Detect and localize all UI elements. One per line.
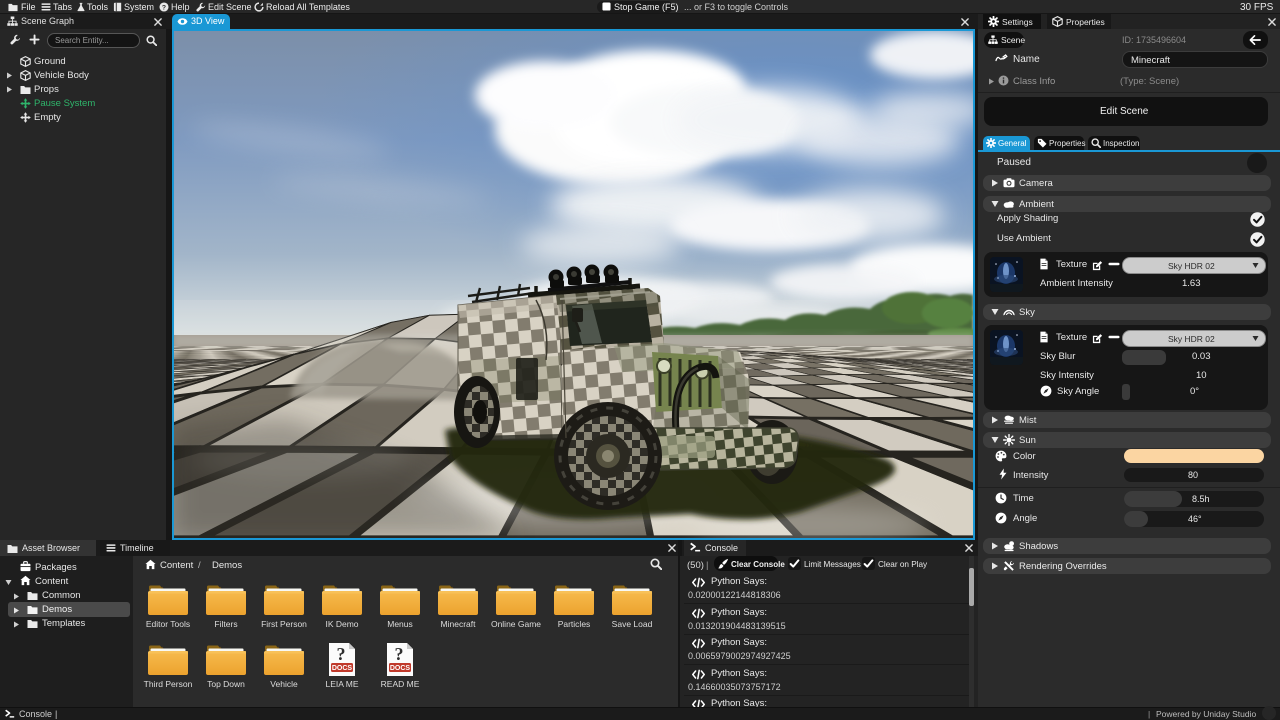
svg-text:?: ?: [337, 644, 346, 664]
svg-text:?: ?: [162, 4, 166, 11]
svg-text:DOCS: DOCS: [332, 665, 353, 672]
svg-text:?: ?: [395, 644, 404, 664]
svg-text:DOCS: DOCS: [390, 665, 411, 672]
